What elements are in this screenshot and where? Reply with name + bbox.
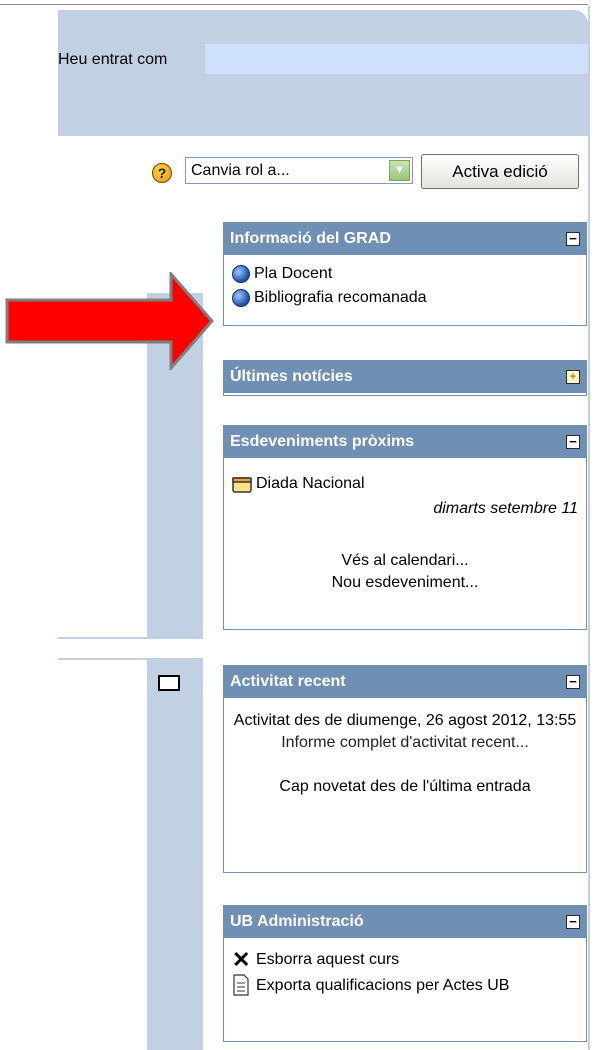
block-title: UB Administració [230, 913, 364, 930]
link-label[interactable]: Pla Docent [254, 265, 332, 283]
section-divider-2 [58, 658, 147, 660]
activity-since: Activitat des de diumenge, 26 agost 2012… [233, 712, 577, 729]
event-name[interactable]: Diada Nacional [256, 475, 365, 493]
login-info: Heu entrat com [58, 51, 168, 68]
globe-icon [232, 265, 250, 283]
go-to-calendar-link[interactable]: Vés al calendari... [232, 552, 578, 570]
role-select[interactable]: Canvia rol a... ▼ [185, 157, 413, 184]
collapse-icon[interactable]: − [566, 675, 580, 689]
block-title: Informació del GRAD [230, 230, 391, 247]
section-checkbox[interactable] [158, 675, 180, 691]
block-header: UB Administració − [224, 906, 586, 938]
new-event-link[interactable]: Nou esdeveniment... [232, 574, 578, 592]
left-column-bar-2 [147, 658, 203, 1050]
help-icon[interactable]: ? [152, 163, 172, 183]
red-arrow-icon [5, 272, 214, 370]
link-bibliografia[interactable]: Bibliografia recomanada [232, 286, 578, 310]
link-pla-docent[interactable]: Pla Docent [232, 262, 578, 286]
block-header: Últimes notícies + [224, 361, 586, 393]
link-label[interactable]: Bibliografia recomanada [254, 289, 427, 307]
collapse-icon[interactable]: − [566, 232, 580, 246]
expand-icon[interactable]: + [566, 370, 580, 384]
block-title: Esdeveniments pròxims [230, 433, 415, 450]
delete-course-link[interactable]: Esborra aquest curs [256, 951, 399, 969]
block-recent-activity: Activitat recent − Activitat des de dium… [223, 665, 587, 873]
top-border [0, 4, 588, 5]
event-item[interactable]: Diada Nacional [232, 472, 578, 496]
event-date: dimarts setembre 11 [433, 500, 578, 517]
no-news-text: Cap novetat des de l'última entrada [279, 778, 531, 795]
role-select-value: Canvia rol a... [191, 162, 290, 179]
section-divider [58, 637, 147, 639]
delete-course-item[interactable]: ✕ Esborra aquest curs [232, 948, 578, 972]
login-username[interactable] [205, 44, 588, 74]
block-header: Informació del GRAD − [224, 223, 586, 255]
delete-x-icon: ✕ [232, 947, 251, 972]
collapse-icon[interactable]: − [566, 435, 580, 449]
right-edge [588, 6, 600, 1050]
block-ub-admin: UB Administració − ✕ Esborra aquest curs… [223, 905, 587, 1042]
edit-mode-button[interactable]: Activa edició [421, 154, 579, 189]
collapse-icon[interactable]: − [566, 915, 580, 929]
block-header: Activitat recent − [224, 666, 586, 698]
export-grades-link[interactable]: Exporta qualificacions per Actes UB [256, 974, 509, 998]
document-icon [233, 974, 249, 996]
globe-icon [232, 289, 250, 307]
block-latest-news: Últimes notícies + [223, 360, 587, 396]
calendar-icon [232, 477, 252, 493]
chevron-down-icon[interactable]: ▼ [389, 160, 410, 181]
block-upcoming-events: Esdeveniments pròxims − Diada Nacional d… [223, 425, 587, 630]
block-title: Últimes notícies [230, 368, 353, 385]
block-title: Activitat recent [230, 673, 346, 690]
export-grades-item[interactable]: Exporta qualificacions per Actes UB [232, 974, 578, 998]
block-header: Esdeveniments pròxims − [224, 426, 586, 458]
block-grad-info: Informació del GRAD − Pla Docent Bibliog… [223, 222, 587, 326]
full-report-link[interactable]: Informe complet d'activitat recent... [232, 734, 578, 752]
